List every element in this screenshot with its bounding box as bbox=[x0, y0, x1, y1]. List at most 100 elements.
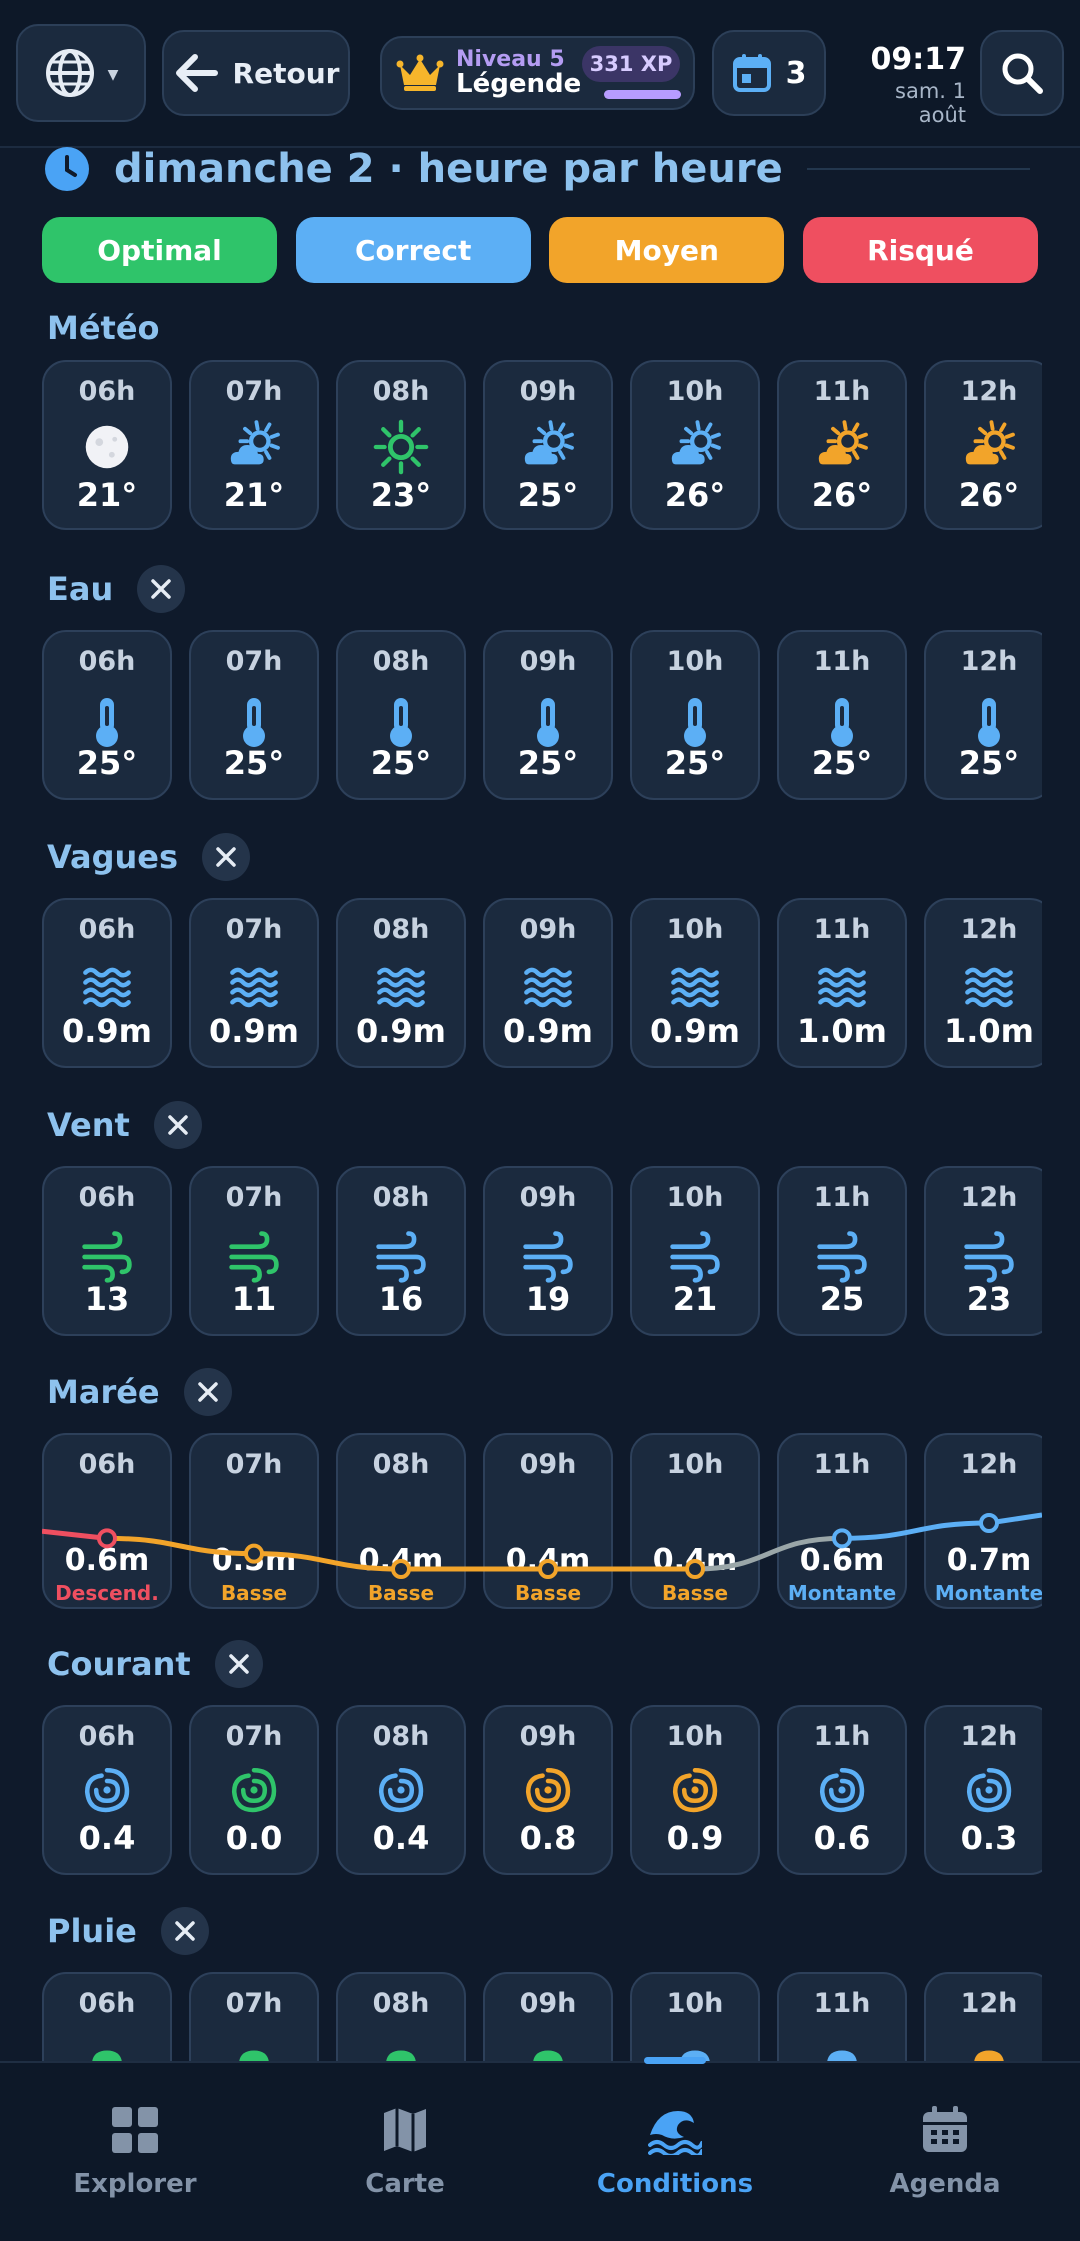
hour-value: 26° bbox=[958, 476, 1020, 514]
hour-value: 25° bbox=[517, 476, 579, 514]
hour-card[interactable]: 10h 21 bbox=[630, 1166, 760, 1336]
back-button[interactable]: Retour bbox=[162, 30, 350, 116]
events-button[interactable]: 3 bbox=[712, 30, 826, 116]
hour-card[interactable]: 06h 25° bbox=[42, 630, 172, 800]
hour-card[interactable]: 11h 26° bbox=[777, 360, 907, 530]
thermometer-icon bbox=[191, 692, 317, 752]
swirl-icon bbox=[191, 1763, 317, 1817]
hour-label: 12h bbox=[960, 376, 1018, 407]
hour-card[interactable]: 11h 0.6 bbox=[777, 1705, 907, 1875]
hour-card[interactable]: 06h 13 bbox=[42, 1166, 172, 1336]
waves-icon bbox=[485, 960, 611, 1014]
close-icon bbox=[216, 847, 236, 867]
hour-card[interactable]: 06h 0.9m bbox=[42, 898, 172, 1068]
hour-card[interactable]: 07h 25° bbox=[189, 630, 319, 800]
hour-card[interactable]: 07h 0.9m bbox=[189, 898, 319, 1068]
close-icon bbox=[197, 1382, 218, 1402]
nav-explorer[interactable]: Explorer bbox=[35, 2105, 235, 2199]
map-icon bbox=[380, 2105, 430, 2159]
remove-section-button[interactable] bbox=[214, 1640, 263, 1688]
hour-card[interactable]: 09h 25° bbox=[483, 360, 613, 530]
heading-divider bbox=[806, 168, 1030, 170]
hour-card[interactable]: 06h 0.4 bbox=[42, 1705, 172, 1875]
hourly-cards[interactable]: 06h 0.9m 07h 0.9m 08h 0.9m 09h 0.9m 10h 0.9m 11h 1.… bbox=[42, 898, 1042, 1070]
legend-moyen: Moyen bbox=[549, 217, 785, 283]
thermometer-icon bbox=[632, 692, 758, 752]
hour-card[interactable]: 10h 26° bbox=[630, 360, 760, 530]
hour-value: 25° bbox=[370, 744, 432, 782]
hour-card[interactable]: 11h 25° bbox=[777, 630, 907, 800]
clock-icon bbox=[45, 147, 89, 191]
hour-card[interactable]: 11h 1.0m bbox=[777, 898, 907, 1068]
section-header: Courant bbox=[47, 1638, 263, 1690]
hour-card[interactable]: 10h 25° bbox=[630, 630, 760, 800]
hour-value: 25° bbox=[76, 744, 138, 782]
hour-card[interactable]: 12h 1.0m bbox=[924, 898, 1042, 1068]
hour-card[interactable]: 09h 0.9m bbox=[483, 898, 613, 1068]
hour-card[interactable]: 08h 23° bbox=[336, 360, 466, 530]
remove-section-button[interactable] bbox=[202, 833, 251, 881]
swirl-icon bbox=[44, 1763, 170, 1817]
hour-card[interactable]: 07h 11 bbox=[189, 1166, 319, 1336]
hourly-cards[interactable]: 06h 0.4 07h 0.0 08h 0.4 09h 0.8 10h 0.9 11h 0… bbox=[42, 1705, 1042, 1877]
hourly-cards[interactable]: 06h0.6mDescend.07h0.5mBasse08h0.4mBasse0… bbox=[42, 1433, 1042, 1611]
nav-carte[interactable]: Carte bbox=[305, 2105, 505, 2199]
hour-value: 0.4 bbox=[78, 1819, 136, 1857]
hour-card[interactable]: 08h 25° bbox=[336, 630, 466, 800]
tide-point bbox=[244, 1543, 264, 1564]
hour-card[interactable]: 09h 25° bbox=[483, 630, 613, 800]
hour-card[interactable]: 10h 0.9 bbox=[630, 1705, 760, 1875]
waves-icon bbox=[779, 960, 905, 1014]
search-button[interactable] bbox=[980, 30, 1064, 116]
hour-card[interactable]: 06h 21° bbox=[42, 360, 172, 530]
wind-icon bbox=[338, 1228, 464, 1284]
hour-card[interactable]: 08h 0.4 bbox=[336, 1705, 466, 1875]
section-title: Eau bbox=[47, 570, 114, 608]
hour-card[interactable]: 08h 0.9m bbox=[336, 898, 466, 1068]
hour-label: 08h bbox=[372, 376, 430, 407]
hour-value: 25° bbox=[811, 744, 873, 782]
remove-section-button[interactable] bbox=[137, 565, 186, 613]
hour-card[interactable]: 07h 0.0 bbox=[189, 1705, 319, 1875]
nav-label: Explorer bbox=[73, 2169, 197, 2199]
remove-section-button[interactable] bbox=[160, 1907, 209, 1955]
hour-card[interactable]: 12h 25° bbox=[924, 630, 1042, 800]
hourly-cards[interactable]: 06h 21° 07h 21° 08h 23° 09h 25° 10h 26° 11h 26°… bbox=[42, 360, 1042, 532]
tide-segment bbox=[841, 1520, 990, 1541]
thermometer-icon bbox=[485, 692, 611, 752]
active-tab-indicator bbox=[644, 2057, 706, 2064]
level-badge[interactable]: Niveau 5 Légende 331 XP bbox=[380, 36, 695, 110]
hour-card[interactable]: 12h 26° bbox=[924, 360, 1042, 530]
swirl-icon bbox=[926, 1763, 1042, 1817]
nav-agenda[interactable]: Agenda bbox=[845, 2105, 1045, 2199]
remove-section-button[interactable] bbox=[183, 1368, 232, 1416]
hour-value: 21° bbox=[76, 476, 138, 514]
hour-label: 12h bbox=[960, 1721, 1018, 1752]
hour-card[interactable]: 09h 0.8 bbox=[483, 1705, 613, 1875]
hour-card[interactable]: 09h 19 bbox=[483, 1166, 613, 1336]
hour-label: 12h bbox=[960, 1182, 1018, 1213]
hour-card[interactable]: 12h 0.3 bbox=[924, 1705, 1042, 1875]
hour-card[interactable]: 08h 16 bbox=[336, 1166, 466, 1336]
hourly-cards[interactable]: 06h 25° 07h 25° 08h 25° 09h 25° 10h 25° 11h 25° 12h 2… bbox=[42, 630, 1042, 802]
hour-label: 10h bbox=[666, 1182, 724, 1213]
level-label: Niveau 5 bbox=[456, 46, 565, 72]
nav-conditions[interactable]: Conditions bbox=[575, 2105, 775, 2199]
section-title: Courant bbox=[47, 1645, 191, 1683]
language-button[interactable]: ▼ bbox=[16, 24, 146, 122]
remove-section-button[interactable] bbox=[153, 1101, 202, 1149]
hour-label: 11h bbox=[813, 376, 871, 407]
hour-label: 11h bbox=[813, 1721, 871, 1752]
thermometer-icon bbox=[926, 692, 1042, 752]
sun-icon bbox=[338, 418, 464, 476]
hour-card[interactable]: 07h 21° bbox=[189, 360, 319, 530]
hour-label: 10h bbox=[666, 376, 724, 407]
section-header: Eau bbox=[47, 563, 186, 615]
tide-point bbox=[979, 1513, 999, 1533]
hour-card[interactable]: 12h 23 bbox=[924, 1166, 1042, 1336]
thermometer-icon bbox=[338, 692, 464, 752]
hour-card[interactable]: 10h 0.9m bbox=[630, 898, 760, 1068]
hourly-cards[interactable]: 06h 13 07h 11 08h 16 09h 19 10h 21 11h 25 12h … bbox=[42, 1166, 1042, 1338]
hour-card[interactable]: 11h 25 bbox=[777, 1166, 907, 1336]
day-heading-text: dimanche 2 · heure par heure bbox=[114, 146, 783, 192]
